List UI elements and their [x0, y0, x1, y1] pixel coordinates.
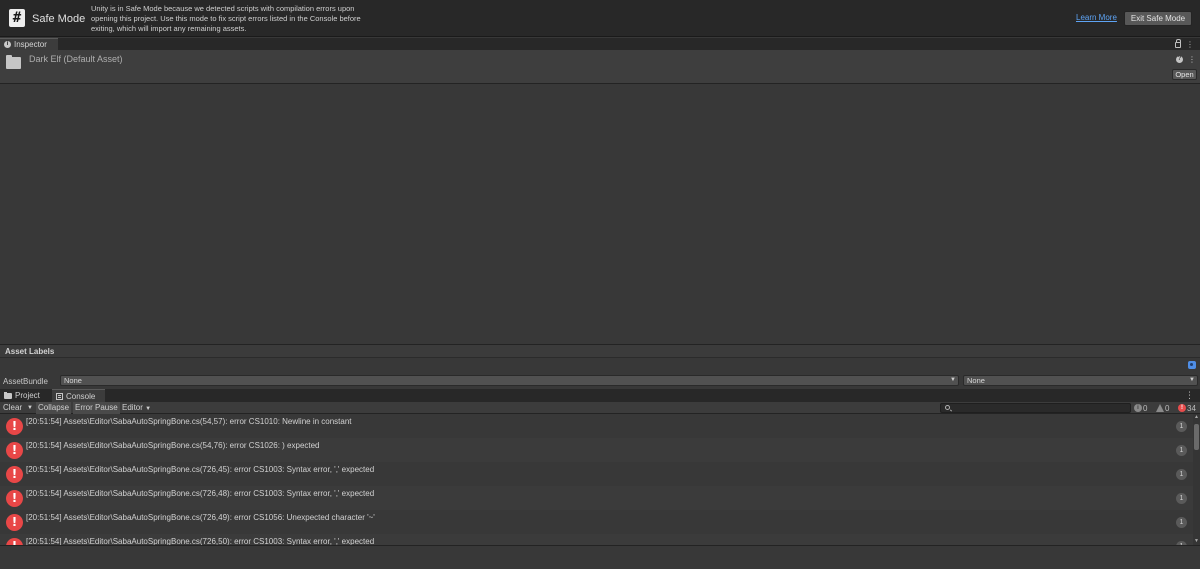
collapse-toggle[interactable]: Collapse: [36, 402, 72, 414]
scrollbar-thumb[interactable]: [1194, 424, 1199, 450]
console-entry-text: [20:51:54] Assets\Editor\SabaAutoSpringB…: [26, 537, 375, 545]
folder-icon: [4, 391, 12, 399]
help-icon[interactable]: ?: [1176, 56, 1183, 63]
safe-mode-banner: # Safe Mode Unity is in Safe Mode becaus…: [0, 0, 1200, 37]
scroll-up-arrow-icon[interactable]: ▲: [1193, 414, 1200, 421]
asset-bundle-dropdown[interactable]: None ▼: [60, 375, 959, 386]
console-entry-text: [20:51:54] Assets\Editor\SabaAutoSpringB…: [26, 513, 375, 522]
tab-console[interactable]: Console: [52, 389, 105, 402]
editor-target-dropdown[interactable]: Editor ▼: [120, 402, 153, 414]
console-entry-count: 1: [1176, 469, 1187, 480]
console-entry[interactable]: ! [20:51:54] Assets\Editor\SabaAutoSprin…: [0, 462, 1193, 486]
csharp-script-icon: #: [9, 9, 25, 27]
safe-mode-message: Unity is in Safe Mode because we detecte…: [91, 4, 361, 33]
editor-label: Editor: [122, 403, 143, 412]
console-log-list: ! [20:51:54] Assets\Editor\SabaAutoSprin…: [0, 414, 1193, 545]
console-entry-text: [20:51:54] Assets\Editor\SabaAutoSpringB…: [26, 441, 320, 450]
console-details-pane: [0, 545, 1200, 569]
exit-safe-mode-button[interactable]: Exit Safe Mode: [1124, 11, 1192, 26]
error-icon: !: [6, 442, 23, 459]
chevron-down-icon: ▼: [145, 406, 152, 412]
asset-labels-header[interactable]: Asset Labels: [0, 344, 1200, 358]
console-entry-count: 1: [1176, 445, 1187, 456]
clear-button[interactable]: Clear: [1, 402, 24, 414]
error-icon: !: [6, 466, 23, 483]
chevron-down-icon: ▼: [1189, 377, 1195, 383]
folder-icon: [6, 55, 21, 69]
info-count-toggle[interactable]: i 0: [1134, 402, 1147, 414]
open-button[interactable]: Open: [1172, 69, 1197, 80]
component-menu-icon[interactable]: ⋮: [1188, 55, 1196, 64]
console-entry[interactable]: ! [20:51:54] Assets\Editor\SabaAutoSprin…: [0, 510, 1193, 534]
tab-console-label: Console: [66, 391, 96, 401]
scroll-down-arrow-icon[interactable]: ▼: [1193, 538, 1200, 545]
error-icon: !: [6, 490, 23, 507]
info-icon: i: [4, 41, 11, 48]
console-entry[interactable]: ! [20:51:54] Assets\Editor\SabaAutoSprin…: [0, 534, 1193, 545]
asset-bundle-row: AssetBundle None ▼ None ▼: [0, 374, 1200, 387]
console-entry[interactable]: ! [20:51:54] Assets\Editor\SabaAutoSprin…: [0, 414, 1193, 438]
info-icon: i: [1134, 404, 1142, 412]
tab-inspector-label: Inspector: [14, 40, 47, 49]
console-entry-count: 1: [1176, 493, 1187, 504]
console-entry-count: 1: [1176, 517, 1187, 528]
tab-project[interactable]: Project: [0, 389, 50, 402]
bottom-tabbar: Project Console ⋮: [0, 389, 1200, 402]
chevron-down-icon: ▼: [950, 377, 956, 383]
warning-count-toggle[interactable]: 0: [1156, 402, 1169, 414]
console-entry-text: [20:51:54] Assets\Editor\SabaAutoSpringB…: [26, 465, 375, 474]
console-entry[interactable]: ! [20:51:54] Assets\Editor\SabaAutoSprin…: [0, 486, 1193, 510]
warning-count: 0: [1165, 403, 1170, 413]
lock-icon[interactable]: [1175, 39, 1181, 48]
error-icon: !: [1178, 404, 1186, 412]
inspector-tabbar-tools: ⋮: [1175, 38, 1194, 50]
tab-project-label: Project: [15, 391, 40, 400]
clear-label: Clear: [3, 403, 23, 412]
info-count: 0: [1143, 403, 1148, 413]
console-entry-count: 1: [1176, 421, 1187, 432]
error-icon: !: [6, 514, 23, 531]
asset-labels-title: Asset Labels: [5, 347, 55, 356]
asset-title: Dark Elf (Default Asset): [29, 54, 123, 64]
tab-inspector[interactable]: i Inspector: [0, 38, 58, 50]
warning-icon: [1156, 404, 1164, 412]
error-count: 34: [1187, 403, 1196, 413]
console-icon: [56, 392, 63, 400]
console-entry-text: [20:51:54] Assets\Editor\SabaAutoSpringB…: [26, 417, 352, 426]
error-icon: !: [6, 418, 23, 435]
safe-mode-title: Safe Mode: [32, 13, 86, 25]
learn-more-link[interactable]: Learn More: [1076, 13, 1117, 22]
console-search-input[interactable]: [940, 403, 1131, 413]
console-toolbar: Clear ▼ Collapse Error Pause Editor ▼ i …: [0, 402, 1200, 414]
asset-bundle-variant-dropdown[interactable]: None ▼: [963, 375, 1198, 386]
asset-bundle-value: None: [64, 376, 82, 385]
clear-options-dropdown[interactable]: ▼: [25, 402, 35, 414]
console-entry[interactable]: ! [20:51:54] Assets\Editor\SabaAutoSprin…: [0, 438, 1193, 462]
label-tag-icon[interactable]: [1188, 361, 1196, 369]
error-pause-toggle[interactable]: Error Pause: [73, 402, 120, 414]
more-options-icon[interactable]: ⋮: [1186, 40, 1194, 49]
console-scrollbar[interactable]: ▲ ▼: [1193, 414, 1200, 545]
error-icon: !: [6, 538, 23, 545]
error-count-toggle[interactable]: ! 34: [1178, 402, 1196, 414]
inspector-header: Dark Elf (Default Asset) ? ⋮ Open: [0, 50, 1200, 84]
more-options-icon[interactable]: ⋮: [1185, 390, 1194, 401]
asset-bundle-label: AssetBundle: [3, 377, 48, 386]
inspector-header-tools: ? ⋮: [1176, 55, 1196, 64]
asset-bundle-variant-value: None: [967, 376, 985, 385]
inspector-tabbar: i Inspector ⋮: [0, 38, 1200, 50]
console-entry-text: [20:51:54] Assets\Editor\SabaAutoSpringB…: [26, 489, 375, 498]
search-icon: [945, 405, 950, 410]
